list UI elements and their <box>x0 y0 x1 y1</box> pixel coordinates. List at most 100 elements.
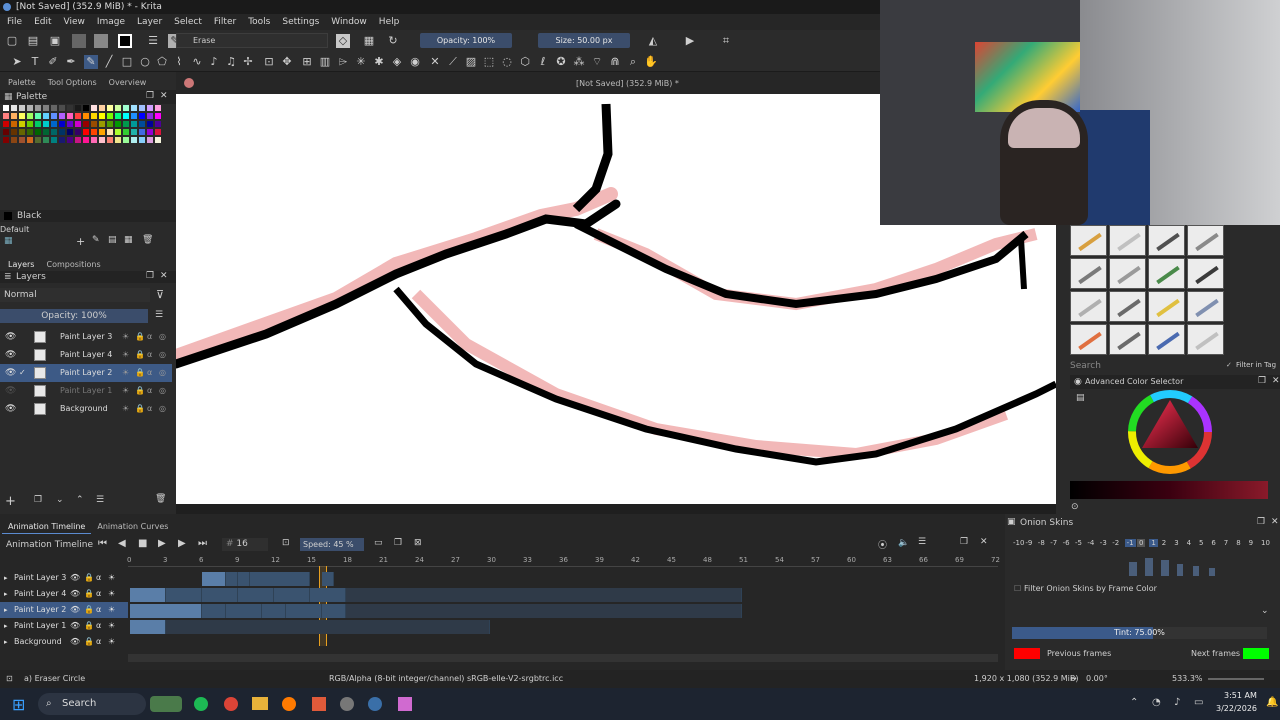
layer-name[interactable]: Paint Layer 2 <box>60 364 112 382</box>
frame-cell[interactable] <box>202 572 226 586</box>
visibility-eye-icon[interactable]: 👁 <box>70 634 80 650</box>
visibility-eye-icon[interactable]: 👁 <box>5 400 16 418</box>
frame-cell[interactable] <box>202 588 238 602</box>
palette-swatch[interactable] <box>146 112 154 120</box>
palette-name[interactable]: Default <box>0 225 29 234</box>
palette-swatch[interactable] <box>106 128 114 136</box>
brush-search-input[interactable]: Search <box>1070 359 1220 373</box>
delete-swatch-icon[interactable]: 🗑 <box>142 235 153 245</box>
palette-swatch[interactable] <box>130 136 138 144</box>
alpha-icon[interactable]: α <box>96 570 101 586</box>
palette-swatch[interactable] <box>50 104 58 112</box>
add-layer-icon[interactable]: + <box>5 494 16 509</box>
drop-frames-icon[interactable]: ⊡ <box>282 538 290 548</box>
palette-swatch[interactable] <box>138 136 146 144</box>
color-history-icon[interactable]: ⊙ <box>1071 502 1079 512</box>
rectangular-selection-icon[interactable]: ⬚ <box>482 55 496 69</box>
palette-swatch[interactable] <box>2 128 10 136</box>
lock-icon[interactable]: 🔒 <box>135 382 145 400</box>
notification-icon[interactable]: 🔔 <box>1266 697 1278 708</box>
chevron-right-icon[interactable]: ▸ <box>4 586 8 602</box>
brush-preset-thumbnail[interactable] <box>1109 324 1146 355</box>
inherit-alpha-icon[interactable]: ◎ <box>159 328 166 346</box>
palette-swatch[interactable] <box>58 104 66 112</box>
polygonal-selection-icon[interactable]: ⬡ <box>518 55 532 69</box>
palette-swatch[interactable] <box>122 120 130 128</box>
chevron-right-icon[interactable]: ▸ <box>4 570 8 586</box>
palette-swatch[interactable] <box>42 104 50 112</box>
gradient-swatch[interactable] <box>72 34 86 48</box>
palette-swatch[interactable] <box>122 128 130 136</box>
onion-frame-number[interactable]: 7 <box>1224 539 1228 547</box>
calligraphy-tool-icon[interactable]: ✒ <box>64 55 78 69</box>
palette-swatch[interactable] <box>82 112 90 120</box>
frame-cell[interactable] <box>130 604 202 618</box>
palette-swatch[interactable] <box>66 104 74 112</box>
onion-toggle-icon[interactable]: ☀ <box>108 618 115 634</box>
palette-swatch[interactable] <box>58 112 66 120</box>
menu-filter[interactable]: Filter <box>214 14 236 30</box>
brush-preset-thumbnail[interactable] <box>1187 324 1224 355</box>
menu-settings[interactable]: Settings <box>282 14 319 30</box>
color-shade-bar[interactable] <box>1070 481 1268 499</box>
menu-edit[interactable]: Edit <box>34 14 51 30</box>
palette-swatch[interactable] <box>50 136 58 144</box>
rectangle-tool-icon[interactable]: □ <box>120 55 134 69</box>
move-up-icon[interactable]: ⌃ <box>76 495 84 505</box>
onion-frame-number[interactable]: 10 <box>1261 539 1270 547</box>
frame-cell[interactable] <box>274 588 310 602</box>
palette-swatch[interactable] <box>18 120 26 128</box>
frame-cell[interactable] <box>226 572 238 586</box>
filter-onion-checkbox[interactable]: ☐ <box>1014 584 1021 593</box>
palette-swatch[interactable] <box>10 112 18 120</box>
transform-tool-icon[interactable]: ⊞ <box>300 55 314 69</box>
assistant-tool-icon[interactable]: ✕ <box>428 55 442 69</box>
frame-cell[interactable] <box>346 588 742 602</box>
current-frame-field[interactable]: # 16 <box>222 538 268 551</box>
enclose-fill-tool-icon[interactable]: ◉ <box>408 55 422 69</box>
speed-slider[interactable]: Speed: 45 % <box>300 538 364 551</box>
onion-toggle-icon[interactable]: ☀ <box>108 602 115 618</box>
alpha-icon[interactable]: α <box>96 602 101 618</box>
onion-frame-number[interactable]: 8 <box>1236 539 1240 547</box>
float-icon[interactable]: ❐ <box>960 537 968 547</box>
similar-color-selection-icon[interactable]: ⁂ <box>572 55 586 69</box>
palette-swatch[interactable] <box>66 120 74 128</box>
wrap-around-icon[interactable]: ⌗ <box>719 34 733 48</box>
lock-icon[interactable]: 🔒 <box>135 364 145 382</box>
mirror-vertical-icon[interactable]: ▶ <box>683 34 697 48</box>
menu-tools[interactable]: Tools <box>248 14 270 30</box>
clock-date[interactable]: 3/22/2026 <box>1216 704 1257 713</box>
layer-row[interactable]: 👁 Paint Layer 4 ☀ 🔒 α ◎ <box>0 346 172 364</box>
onion-opacity-bars[interactable] <box>1129 558 1257 576</box>
onion-frame-number[interactable]: 5 <box>1199 539 1203 547</box>
inherit-alpha-icon[interactable]: ◎ <box>159 400 166 418</box>
inherit-alpha-icon[interactable]: ◎ <box>159 382 166 400</box>
brush-preset-thumbnail[interactable] <box>1148 225 1185 256</box>
visibility-eye-icon[interactable]: 👁 <box>70 602 80 618</box>
palette-swatch[interactable] <box>154 104 162 112</box>
edit-shapes-tool-icon[interactable]: ✐ <box>46 55 60 69</box>
obs-icon[interactable] <box>340 697 354 711</box>
palette-swatch[interactable] <box>106 136 114 144</box>
alpha-icon[interactable]: α <box>147 328 152 346</box>
brave-icon[interactable] <box>312 697 326 711</box>
palette-swatch[interactable] <box>114 136 122 144</box>
palette-swatch[interactable] <box>122 112 130 120</box>
onion-toggle-icon[interactable]: ☀ <box>108 634 115 650</box>
bezier-selection-icon[interactable]: ⌔ <box>590 55 604 69</box>
visibility-eye-icon[interactable]: 👁 <box>5 346 16 364</box>
palette-swatch[interactable] <box>42 112 50 120</box>
palette-swatch[interactable] <box>66 112 74 120</box>
palette-swatch[interactable] <box>66 128 74 136</box>
stop-icon[interactable]: ■ <box>138 538 147 549</box>
palette-swatch[interactable] <box>2 112 10 120</box>
palette-swatch[interactable] <box>18 104 26 112</box>
frame-cell[interactable] <box>346 604 742 618</box>
palette-swatch[interactable] <box>154 112 162 120</box>
frame-cell[interactable] <box>322 604 346 618</box>
tab-layers[interactable]: Layers <box>2 258 41 272</box>
brush-preset-thumbnail[interactable] <box>1187 225 1224 256</box>
palette-swatch[interactable] <box>58 136 66 144</box>
layer-name[interactable]: Background <box>60 400 108 418</box>
